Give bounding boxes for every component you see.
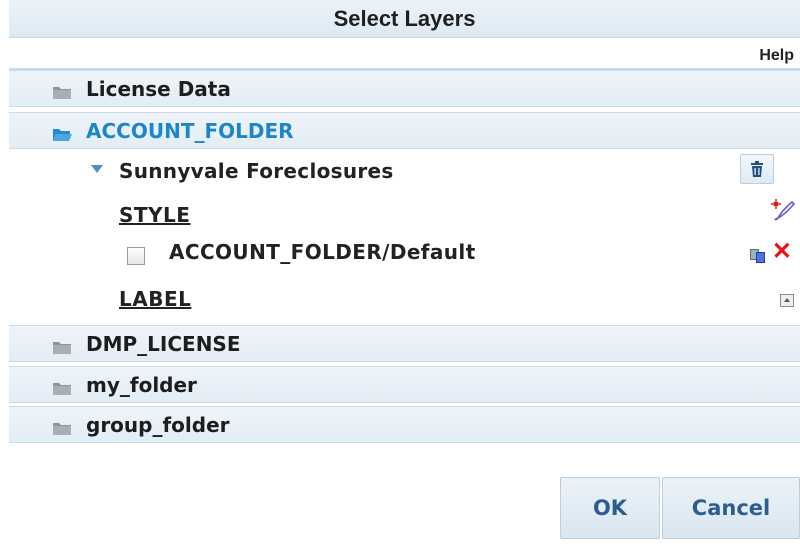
- delete-layer-button[interactable]: [740, 154, 774, 184]
- style-row: STYLE: [9, 196, 800, 238]
- folder-row-group-folder[interactable]: group_folder: [9, 406, 800, 443]
- folder-icon: [52, 417, 72, 435]
- trash-icon: [751, 161, 763, 177]
- folder-label: License Data: [86, 76, 231, 101]
- layer-name: Sunnyvale Foreclosures: [119, 159, 394, 183]
- label-row: LABEL: [9, 280, 800, 322]
- cancel-button[interactable]: Cancel: [662, 477, 800, 539]
- style-link[interactable]: STYLE: [119, 203, 190, 227]
- folder-label: ACCOUNT_FOLDER: [86, 118, 294, 143]
- style-item-name: ACCOUNT_FOLDER/Default: [169, 240, 476, 264]
- label-link[interactable]: LABEL: [119, 287, 191, 311]
- style-item-checkbox[interactable]: [127, 247, 145, 265]
- folder-label: DMP_LICENSE: [86, 331, 241, 356]
- folder-icon: [52, 81, 72, 99]
- style-edit-icon[interactable]: [770, 198, 796, 229]
- dialog-titlebar: Select Layers: [9, 0, 800, 38]
- folder-row-license-data[interactable]: License Data: [9, 70, 800, 107]
- dialog-title: Select Layers: [333, 6, 476, 31]
- ok-button[interactable]: OK: [560, 477, 660, 539]
- help-link[interactable]: Help: [759, 47, 794, 65]
- folder-open-icon: [52, 123, 72, 141]
- style-item-row: ACCOUNT_FOLDER/Default ✕: [9, 237, 800, 282]
- folder-icon: [52, 377, 72, 395]
- label-icon[interactable]: [780, 294, 794, 307]
- help-bar: Help: [9, 38, 800, 70]
- copy-icon[interactable]: [750, 244, 766, 268]
- folder-label: group_folder: [86, 412, 230, 437]
- folder-icon: [52, 336, 72, 354]
- folder-label: my_folder: [86, 372, 197, 397]
- folder-row-account-folder[interactable]: ACCOUNT_FOLDER: [9, 112, 800, 149]
- delete-icon[interactable]: ✕: [772, 237, 792, 266]
- expand-caret-icon[interactable]: [91, 165, 103, 173]
- layer-row[interactable]: Sunnyvale Foreclosures: [9, 150, 800, 192]
- folder-row-my-folder[interactable]: my_folder: [9, 366, 800, 403]
- folder-row-dmp-license[interactable]: DMP_LICENSE: [9, 325, 800, 362]
